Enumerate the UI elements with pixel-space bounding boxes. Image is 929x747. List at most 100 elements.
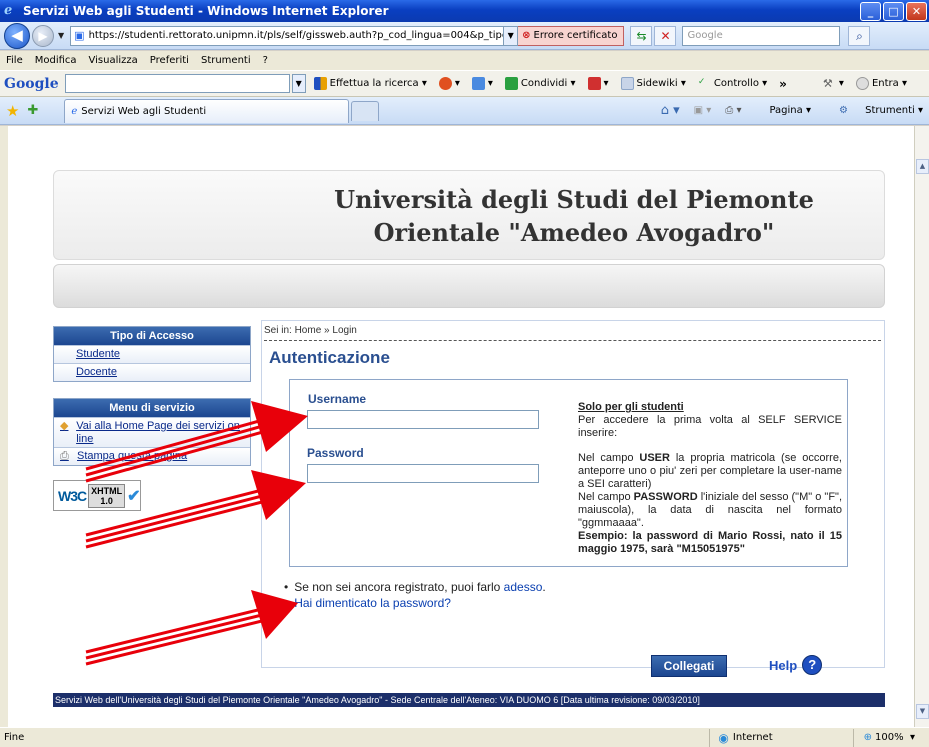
security-zone: ◉ Internet — [709, 728, 852, 747]
wrench-button[interactable]: ⚒ ▾ — [823, 77, 844, 90]
instructions-password: Nel campo PASSWORD l'iniziale del sesso … — [578, 491, 842, 529]
home-icon[interactable]: ⌂ ▾ — [661, 103, 680, 118]
url-field[interactable]: ▣ https://studenti.rettorato.unipmn.it/p… — [70, 25, 505, 46]
username-input[interactable] — [307, 410, 539, 429]
forgot-password-link[interactable]: Hai dimenticato la password? — [294, 596, 451, 610]
globe-icon: ◉ — [718, 730, 729, 745]
help-label: Help — [769, 657, 798, 673]
zoom-label: 100% — [875, 732, 904, 743]
refresh-button[interactable]: ⇆ — [630, 25, 653, 46]
sidewiki-button[interactable]: Sidewiki ▾ — [620, 77, 686, 90]
page-viewport: Università degli Studi del Piemonte Orie… — [0, 126, 914, 727]
page-header: Università degli Studi del Piemonte Orie… — [53, 170, 885, 260]
more-button[interactable]: » — [779, 77, 787, 91]
header-subbar — [53, 264, 885, 308]
google-search-label: Effettua la ricerca — [329, 78, 419, 89]
menu-strumenti[interactable]: Strumenti — [201, 55, 251, 66]
access-studente-link[interactable]: Studente — [54, 345, 250, 363]
xhtml-version: 1.0 — [100, 495, 113, 506]
register-link[interactable]: adesso — [504, 580, 543, 594]
google-search-input[interactable] — [64, 74, 290, 93]
forward-button[interactable]: ▶ — [32, 24, 54, 47]
access-docente-link[interactable]: Docente — [54, 363, 250, 381]
student-instructions: Solo per gli studenti Per accedere la pr… — [578, 401, 842, 556]
google-bookmarks-button[interactable]: ▾ — [438, 77, 460, 90]
instructions-heading: Solo per gli studenti — [578, 401, 684, 413]
breadcrumb-current: Login — [332, 325, 357, 336]
back-button[interactable]: ◀ — [4, 22, 30, 49]
minimize-button[interactable]: _ — [860, 1, 881, 21]
access-type-box: Tipo di Accesso Studente Docente — [53, 326, 251, 382]
tab-bar: ★ ✚ ℯ Servizi Web agli Studenti ⌂ ▾ ▣ ▾ … — [0, 97, 929, 125]
google-logo: Google — [4, 75, 59, 92]
home-services-link[interactable]: ◆ Vai alla Home Page dei servizi on line — [54, 417, 250, 447]
stop-button[interactable]: ✕ — [654, 25, 677, 46]
menu-help[interactable]: ? — [263, 55, 268, 66]
url-dropdown-icon[interactable]: ▼ — [504, 25, 519, 46]
favorites-star-icon[interactable]: ★ — [6, 102, 19, 120]
new-tab-button[interactable] — [351, 100, 380, 121]
print-icon[interactable]: ⎙ ▾ — [725, 105, 741, 116]
vertical-scrollbar[interactable]: ▲ ▼ — [914, 126, 929, 727]
breadcrumb-home[interactable]: Home — [295, 325, 322, 336]
menu-visualizza[interactable]: Visualizza — [89, 55, 138, 66]
google-dropdown-icon[interactable]: ▼ — [291, 74, 306, 93]
google-plus-button[interactable]: ▾ — [471, 77, 493, 90]
university-title: Università degli Studi del Piemonte Orie… — [334, 185, 814, 247]
tab-servizi-web[interactable]: ℯ Servizi Web agli Studenti — [64, 98, 350, 123]
menu-preferiti[interactable]: Preferiti — [150, 55, 189, 66]
print-page-link[interactable]: ⎙ Stampa questa pagina — [54, 447, 250, 465]
search-icon[interactable]: ⌕ — [848, 25, 871, 46]
page-icon: ▣ — [74, 29, 85, 42]
tools-menu-label: Strumenti — [865, 105, 915, 116]
status-text: Fine — [4, 732, 25, 743]
signin-label: Entra — [871, 78, 899, 89]
home-services-icon: ◆ — [60, 420, 69, 432]
service-menu-box: Menu di servizio ◆ Vai alla Home Page de… — [53, 398, 251, 466]
search-input[interactable]: Google — [682, 25, 841, 46]
add-favorites-icon[interactable]: ✚ — [27, 103, 38, 118]
signin-button[interactable]: Entra ▾ — [855, 77, 907, 90]
google-search-button[interactable]: Effettua la ricerca ▾ — [313, 77, 427, 90]
page-menu[interactable]: Pagina ▾ — [755, 105, 811, 116]
menu-bar: File Modifica Visualizza Preferiti Strum… — [0, 51, 929, 70]
register-item: Se non sei ancora registrato, puoi farlo… — [284, 579, 546, 595]
tools-menu[interactable]: ⚙ Strumenti ▾ — [825, 105, 923, 116]
xhtml-label: XHTML — [91, 485, 123, 496]
certificate-error-label: Errore certificato — [533, 30, 618, 41]
close-button[interactable]: ✕ — [906, 1, 927, 21]
spellcheck-icon: ✓ — [697, 77, 706, 87]
printer-icon: ⎙ — [60, 450, 69, 462]
scroll-down-button[interactable]: ▼ — [916, 704, 929, 719]
instructions-intro: Per accedere la prima volta al SELF SERV… — [578, 414, 842, 439]
login-button[interactable]: Collegati — [651, 655, 727, 677]
password-input[interactable] — [307, 464, 539, 483]
w3c-xhtml-badge[interactable]: W3C XHTML 1.0 ✔ — [53, 480, 141, 511]
page-footer: Servizi Web dell'Università degli Studi … — [53, 693, 885, 707]
check-icon: ✔ — [127, 487, 141, 505]
zoom-control[interactable]: ⊕ 100% ▾ — [852, 728, 929, 747]
w3c-logo: W3C — [58, 487, 87, 504]
login-links: Se non sei ancora registrato, puoi farlo… — [284, 579, 546, 611]
scroll-up-button[interactable]: ▲ — [916, 159, 929, 174]
google-search-icon — [313, 77, 327, 90]
menu-modifica[interactable]: Modifica — [35, 55, 77, 66]
url-text: https://studenti.rettorato.unipmn.it/pls… — [88, 30, 505, 41]
certificate-error-button[interactable]: ⊗ Errore certificato — [518, 25, 625, 46]
status-bar: Fine ◉ Internet ⊕ 100% ▾ — [0, 727, 929, 747]
tab-ie-icon: ℯ — [71, 105, 78, 117]
menu-file[interactable]: File — [6, 55, 23, 66]
translate-button[interactable]: ▾ — [587, 77, 609, 90]
share-button[interactable]: Condividi ▾ — [504, 77, 576, 90]
service-menu-title: Menu di servizio — [54, 399, 250, 417]
maximize-button[interactable]: □ — [883, 1, 904, 21]
page-title: Autenticazione — [269, 348, 390, 367]
window-titlebar: ℯ Servizi Web agli Studenti - Windows In… — [0, 0, 929, 22]
feeds-icon[interactable]: ▣ ▾ — [694, 105, 712, 116]
main-content: Sei in: Home » Login Autenticazione User… — [261, 320, 885, 677]
translate-icon — [587, 77, 601, 90]
spellcheck-button[interactable]: ✓ Controllo ▾ — [698, 77, 767, 90]
history-dropdown-icon[interactable]: ▼ — [58, 31, 64, 40]
tools-gear-icon: ⚙ — [838, 105, 848, 116]
help-button[interactable]: Help ? — [769, 655, 823, 675]
